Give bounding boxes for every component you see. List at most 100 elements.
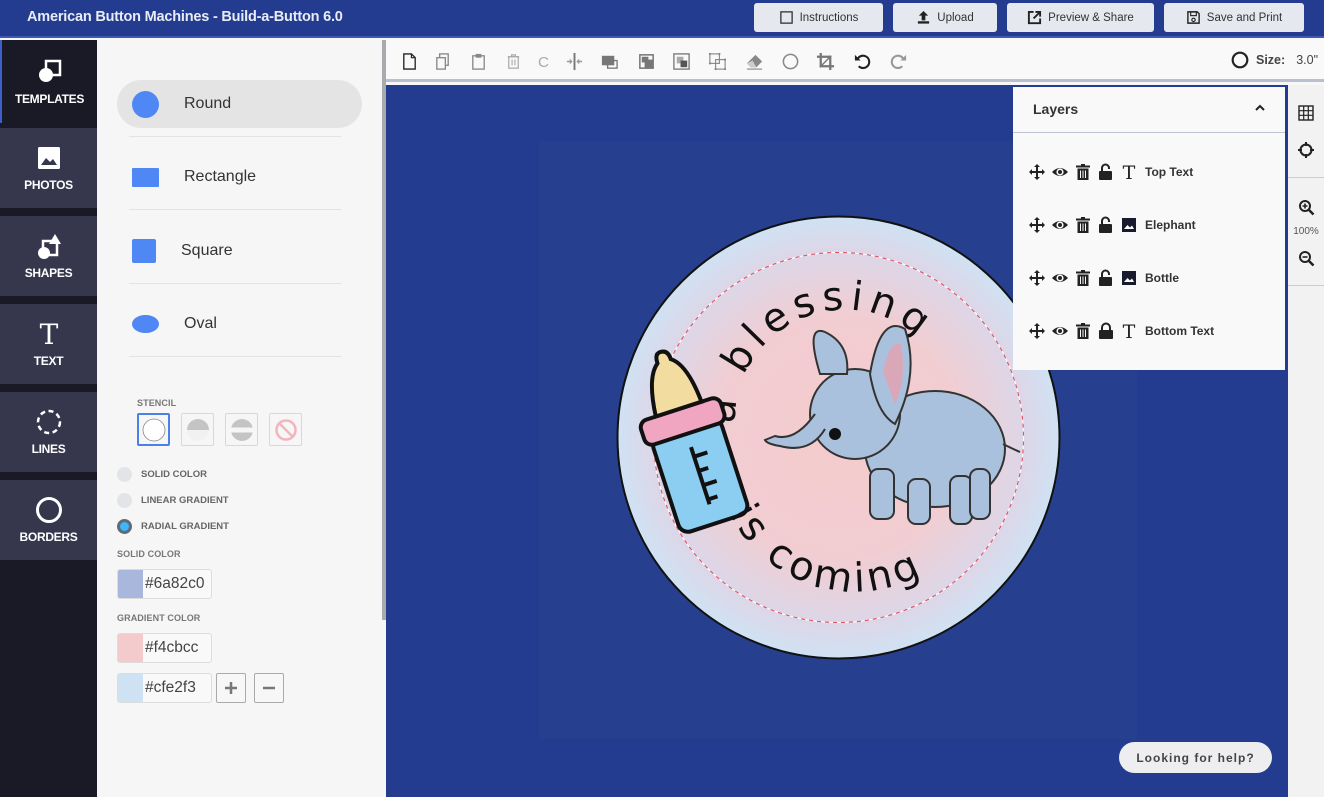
trash-icon[interactable] bbox=[1074, 269, 1092, 287]
save-icon bbox=[1186, 11, 1200, 24]
circle-crop-button[interactable] bbox=[779, 50, 801, 72]
size-indicator[interactable]: Size: 3.0" bbox=[1231, 51, 1318, 69]
right-rail: 100% bbox=[1288, 85, 1324, 797]
nav-photos-label: PHOTOS bbox=[24, 178, 73, 192]
stencil-top-half[interactable] bbox=[181, 413, 214, 446]
divider bbox=[129, 136, 341, 137]
trash-icon[interactable] bbox=[1074, 163, 1092, 181]
middle-band-stencil-icon bbox=[229, 418, 254, 441]
send-back-button[interactable] bbox=[598, 50, 620, 72]
stencil-middle-band[interactable] bbox=[225, 413, 258, 446]
grid-toggle-button[interactable] bbox=[1296, 103, 1316, 123]
radio-circle-selected bbox=[117, 519, 132, 534]
text-layer-icon: T bbox=[1123, 163, 1136, 181]
paste-button[interactable] bbox=[467, 50, 489, 72]
preview-share-label: Preview & Share bbox=[1048, 11, 1134, 24]
move-icon[interactable] bbox=[1028, 322, 1046, 340]
remove-gradient-color-button[interactable] bbox=[254, 673, 284, 703]
undo-icon bbox=[854, 54, 870, 69]
shape-square[interactable]: Square bbox=[117, 227, 362, 275]
fill-radial-radio[interactable]: RADIAL GRADIENT bbox=[117, 519, 229, 534]
svg-text:T: T bbox=[1123, 322, 1136, 340]
move-icon[interactable] bbox=[1028, 216, 1046, 234]
app-title: American Button Machines - Build-a-Butto… bbox=[27, 9, 343, 25]
bring-front-button[interactable] bbox=[670, 50, 692, 72]
layer-row[interactable]: T Top Text bbox=[1028, 161, 1193, 183]
eye-icon[interactable] bbox=[1051, 216, 1069, 234]
layer-name: Elephant bbox=[1145, 218, 1196, 232]
gradient-color-2-swatch[interactable] bbox=[118, 674, 143, 702]
stencil-full-circle[interactable] bbox=[137, 413, 170, 446]
layer-name: Bottle bbox=[1145, 271, 1179, 285]
nav-text[interactable]: T TEXT bbox=[0, 304, 97, 384]
editor-toolbar: C bbox=[386, 40, 1324, 82]
circle-crop-icon bbox=[782, 53, 798, 69]
crop-button[interactable] bbox=[814, 50, 836, 72]
redo-button[interactable] bbox=[887, 50, 909, 72]
stencil-none[interactable] bbox=[269, 413, 302, 446]
unlock-icon[interactable] bbox=[1097, 269, 1115, 287]
preview-share-button[interactable]: Preview & Share bbox=[1007, 3, 1154, 32]
group-button[interactable] bbox=[706, 50, 728, 72]
delete-button[interactable] bbox=[502, 50, 524, 72]
eye-icon[interactable] bbox=[1051, 322, 1069, 340]
nav-lines[interactable]: LINES bbox=[0, 392, 97, 472]
plus-icon bbox=[225, 682, 237, 694]
nav-shapes[interactable]: SHAPES bbox=[0, 216, 97, 296]
layer-name: Top Text bbox=[1145, 165, 1194, 179]
divider bbox=[129, 283, 341, 284]
undo-button[interactable] bbox=[851, 50, 873, 72]
help-button[interactable]: Looking for help? bbox=[1119, 742, 1272, 773]
instructions-label: Instructions bbox=[799, 11, 859, 24]
fill-solid-radio[interactable]: SOLID COLOR bbox=[117, 467, 207, 482]
upload-button[interactable]: Upload bbox=[893, 3, 997, 32]
chevron-up-icon[interactable] bbox=[1253, 101, 1267, 115]
instructions-button[interactable]: Instructions bbox=[754, 3, 883, 32]
layer-row[interactable]: Bottle bbox=[1028, 267, 1179, 289]
layer-row[interactable]: Elephant bbox=[1028, 214, 1196, 236]
shape-oval[interactable]: Oval bbox=[117, 300, 362, 348]
layers-header[interactable]: Layers bbox=[1013, 87, 1285, 133]
layer-row[interactable]: T Bottom Text bbox=[1028, 320, 1214, 342]
zoom-out-button[interactable] bbox=[1296, 248, 1316, 268]
shape-rectangle[interactable]: Rectangle bbox=[117, 153, 362, 201]
bring-forward-icon bbox=[638, 53, 654, 69]
add-gradient-color-button[interactable] bbox=[216, 673, 246, 703]
trash-icon[interactable] bbox=[1074, 322, 1092, 340]
clear-button[interactable]: C bbox=[532, 50, 554, 72]
center-button[interactable] bbox=[563, 50, 585, 72]
solid-color-field[interactable]: #6a82c0 bbox=[117, 569, 212, 599]
zoom-in-button[interactable] bbox=[1296, 197, 1316, 217]
upload-icon bbox=[918, 10, 930, 24]
lock-icon[interactable] bbox=[1097, 322, 1115, 340]
nav-photos[interactable]: PHOTOS bbox=[0, 128, 97, 208]
center-target-button[interactable] bbox=[1296, 140, 1316, 160]
nav-templates[interactable]: TEMPLATES bbox=[0, 40, 97, 123]
unlock-icon[interactable] bbox=[1097, 163, 1115, 181]
duplicate-button[interactable] bbox=[431, 50, 453, 72]
eraser-button[interactable] bbox=[743, 50, 765, 72]
rail-divider bbox=[1288, 177, 1324, 178]
move-icon[interactable] bbox=[1028, 163, 1046, 181]
move-icon[interactable] bbox=[1028, 269, 1046, 287]
bring-front-icon bbox=[672, 52, 690, 70]
text-icon: T bbox=[39, 320, 58, 348]
unlock-icon[interactable] bbox=[1097, 216, 1115, 234]
gradient-color-1-field[interactable]: #f4cbcc bbox=[117, 633, 212, 663]
button-design[interactable]: a blessing is coming bbox=[615, 214, 1062, 661]
save-print-button[interactable]: Save and Print bbox=[1164, 3, 1304, 32]
gradient-color-1-swatch[interactable] bbox=[118, 634, 143, 662]
trash-icon[interactable] bbox=[1074, 216, 1092, 234]
nav-borders[interactable]: BORDERS bbox=[0, 480, 97, 560]
templates-icon bbox=[38, 59, 61, 82]
size-value: 3.0" bbox=[1296, 53, 1319, 67]
shape-round[interactable]: Round bbox=[117, 80, 362, 128]
gradient-color-2-field[interactable]: #cfe2f3 bbox=[117, 673, 212, 703]
bring-forward-button[interactable] bbox=[635, 50, 657, 72]
fill-linear-radio[interactable]: LINEAR GRADIENT bbox=[117, 493, 229, 508]
new-page-button[interactable] bbox=[398, 50, 420, 72]
solid-color-swatch[interactable] bbox=[118, 570, 143, 598]
eye-icon[interactable] bbox=[1051, 269, 1069, 287]
eye-icon[interactable] bbox=[1051, 163, 1069, 181]
size-label: Size: bbox=[1256, 53, 1286, 67]
